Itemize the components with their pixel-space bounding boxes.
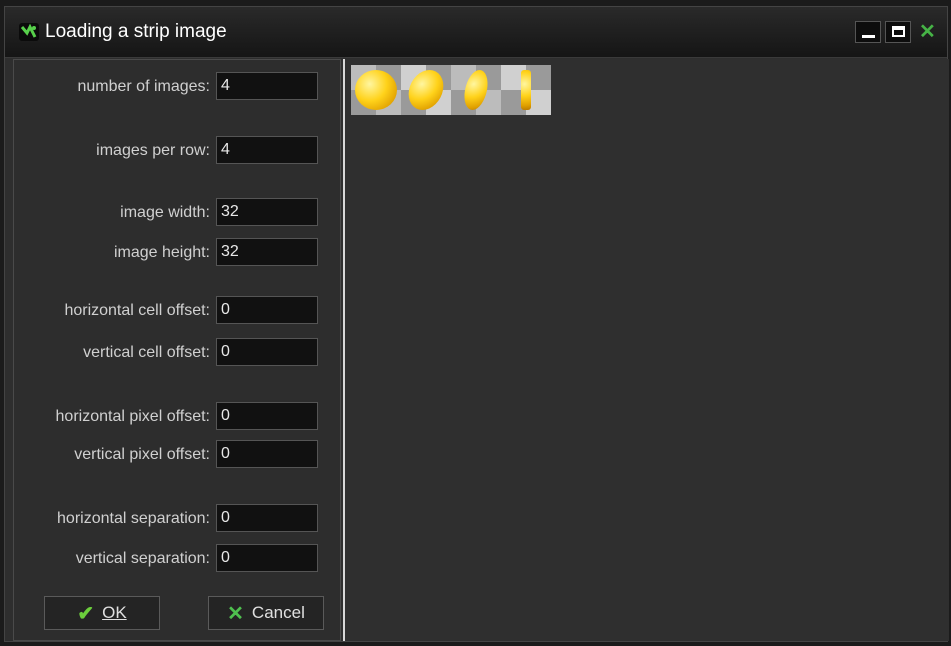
horizontal-pixel-offset-input[interactable]: 0 [216,402,318,430]
frame-cell [401,65,451,115]
number-of-images-input[interactable]: 4 [216,72,318,100]
frame-cell [451,65,501,115]
vertical-separation-input[interactable]: 0 [216,544,318,572]
image-width-input[interactable]: 32 [216,198,318,226]
coin-icon [461,70,491,110]
vertical-pixel-offset-input[interactable]: 0 [216,440,318,468]
close-button[interactable]: ✕ [915,21,941,43]
field-label: horizontal pixel offset: [55,408,210,425]
image-height-input[interactable]: 32 [216,238,318,266]
field-label: horizontal cell offset: [64,302,210,319]
ok-label: OK [102,603,127,622]
field-label: horizontal separation: [57,510,210,527]
frame-cell [501,65,551,115]
horizontal-separation-input[interactable]: 0 [216,504,318,532]
app-logo-icon [19,23,39,41]
maximize-button[interactable] [885,21,911,43]
field-horizontal-cell-offset: horizontal cell offset: 0 [14,296,342,326]
frame-cell [351,65,401,115]
coin-icon [355,70,397,110]
close-icon: ✕ [919,21,936,43]
field-image-height: image height: 32 [14,238,342,268]
minimize-button[interactable] [855,21,881,43]
field-images-per-row: images per row: 4 [14,136,342,166]
coin-icon [521,70,531,110]
horizontal-cell-offset-input[interactable]: 0 [216,296,318,324]
field-label: image height: [113,244,210,261]
cancel-x-icon: ✕ [227,602,244,625]
field-label: vertical pixel offset: [74,446,210,463]
field-label: images per row: [96,142,210,159]
images-per-row-input[interactable]: 4 [216,136,318,164]
field-image-width: image width: 32 [14,198,342,228]
preview-panel [343,59,949,641]
field-label: number of images: [77,78,210,95]
strip-preview [351,65,551,115]
cancel-label: Cancel [251,603,305,622]
coin-icon [405,70,447,110]
field-vertical-pixel-offset: vertical pixel offset: 0 [14,440,342,470]
field-vertical-separation: vertical separation: 0 [14,544,342,574]
maximize-icon [892,26,905,37]
ok-button[interactable]: ✔ OK [44,596,160,630]
checkmark-icon: ✔ [77,602,95,625]
field-number-of-images: number of images: 4 [14,72,342,102]
vertical-cell-offset-input[interactable]: 0 [216,338,318,366]
cancel-button[interactable]: ✕ Cancel [208,596,324,630]
field-vertical-cell-offset: vertical cell offset: 0 [14,338,342,368]
window-title: Loading a strip image [45,21,227,42]
field-horizontal-separation: horizontal separation: 0 [14,504,342,534]
field-label: vertical cell offset: [83,344,210,361]
title-bar[interactable]: Loading a strip image ✕ [5,7,947,58]
dialog-window: Loading a strip image ✕ number of images… [4,6,949,642]
field-label: vertical separation: [75,550,210,567]
settings-panel: number of images: 4 images per row: 4 im… [13,59,341,641]
field-horizontal-pixel-offset: horizontal pixel offset: 0 [14,402,342,432]
minimize-icon [862,35,875,38]
field-label: image width: [120,204,210,221]
